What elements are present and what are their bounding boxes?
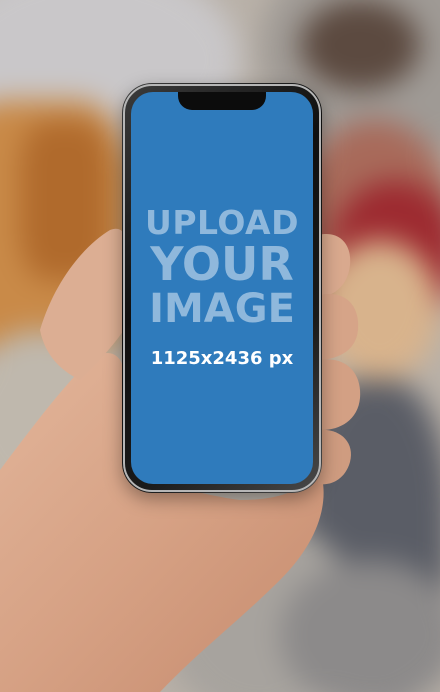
placeholder-line-upload: UPLOAD bbox=[145, 203, 299, 242]
phone-notch bbox=[178, 92, 266, 110]
placeholder-line-your: YOUR bbox=[150, 237, 294, 291]
photo-scene: UPLOAD YOUR IMAGE 1125x2436 px bbox=[0, 0, 440, 692]
placeholder-dimensions: 1125x2436 px bbox=[150, 348, 294, 369]
placeholder-line-image: IMAGE bbox=[149, 286, 295, 332]
phone-screen: UPLOAD YOUR IMAGE 1125x2436 px bbox=[131, 92, 313, 484]
placeholder-title: UPLOAD YOUR IMAGE bbox=[131, 206, 313, 329]
smartphone: UPLOAD YOUR IMAGE 1125x2436 px bbox=[122, 83, 322, 493]
